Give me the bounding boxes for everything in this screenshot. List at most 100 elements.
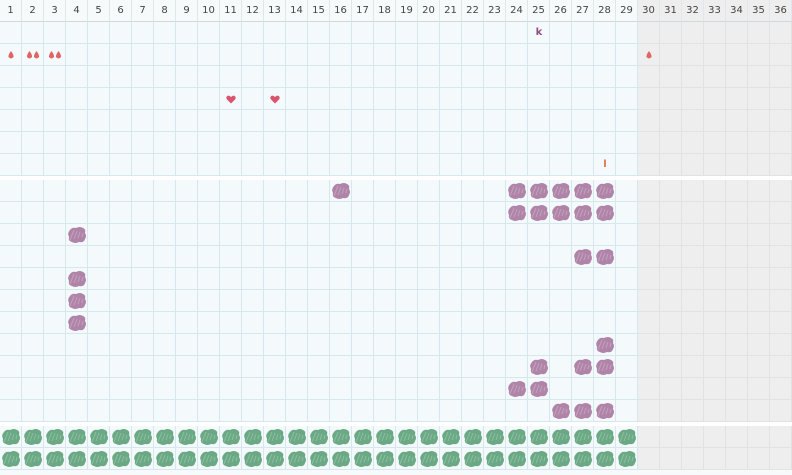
middle-section-cell[interactable] xyxy=(616,202,638,224)
purple-block-icon[interactable] xyxy=(507,182,527,200)
middle-section-cell[interactable] xyxy=(374,290,396,312)
middle-section-cell[interactable] xyxy=(462,246,484,268)
middle-section-cell[interactable] xyxy=(352,312,374,334)
top-section-cell[interactable] xyxy=(198,44,220,66)
middle-section-cell[interactable] xyxy=(308,202,330,224)
middle-section-cell[interactable] xyxy=(110,356,132,378)
middle-section-cell[interactable] xyxy=(110,290,132,312)
green-block-icon[interactable] xyxy=(199,450,219,468)
bottom-section-cell[interactable] xyxy=(660,426,682,448)
middle-section-cell[interactable] xyxy=(748,246,770,268)
middle-section-cell[interactable] xyxy=(0,378,22,400)
middle-section-cell[interactable] xyxy=(440,202,462,224)
middle-section-cell[interactable] xyxy=(484,334,506,356)
top-section-cell[interactable] xyxy=(22,132,44,154)
bottom-section-cell[interactable] xyxy=(726,426,748,448)
top-section-cell[interactable] xyxy=(550,132,572,154)
middle-section-cell[interactable] xyxy=(22,180,44,202)
middle-section-cell[interactable] xyxy=(132,202,154,224)
top-section-cell[interactable] xyxy=(682,88,704,110)
purple-block-icon[interactable] xyxy=(573,248,593,266)
middle-section-cell[interactable] xyxy=(352,400,374,422)
middle-section-cell[interactable] xyxy=(484,378,506,400)
middle-section-cell[interactable] xyxy=(352,180,374,202)
green-block-icon[interactable] xyxy=(1,450,21,468)
purple-block-icon[interactable] xyxy=(507,380,527,398)
middle-section-cell[interactable] xyxy=(418,180,440,202)
middle-section-cell[interactable] xyxy=(572,312,594,334)
top-section-cell[interactable] xyxy=(88,132,110,154)
top-section-cell[interactable] xyxy=(484,66,506,88)
top-section-cell[interactable] xyxy=(440,88,462,110)
middle-section-cell[interactable] xyxy=(286,290,308,312)
middle-section-cell[interactable] xyxy=(748,400,770,422)
middle-section-cell[interactable] xyxy=(88,334,110,356)
column-header-22[interactable]: 22 xyxy=(462,0,484,22)
middle-section-cell[interactable] xyxy=(682,202,704,224)
green-block-icon[interactable] xyxy=(265,428,285,446)
middle-section-cell[interactable] xyxy=(308,378,330,400)
top-section-cell[interactable] xyxy=(66,154,88,176)
column-header-28[interactable]: 28 xyxy=(594,0,616,22)
top-section-cell[interactable] xyxy=(132,66,154,88)
middle-section-cell[interactable] xyxy=(44,334,66,356)
top-section-cell[interactable] xyxy=(770,132,792,154)
top-section-cell[interactable] xyxy=(704,132,726,154)
top-section-cell[interactable] xyxy=(242,22,264,44)
middle-section-cell[interactable] xyxy=(132,334,154,356)
column-header-14[interactable]: 14 xyxy=(286,0,308,22)
top-section-cell[interactable] xyxy=(264,22,286,44)
purple-block-icon[interactable] xyxy=(529,182,549,200)
top-section-cell[interactable] xyxy=(22,66,44,88)
top-section-cell[interactable] xyxy=(44,66,66,88)
column-header-19[interactable]: 19 xyxy=(396,0,418,22)
middle-section-cell[interactable] xyxy=(704,356,726,378)
top-section-cell[interactable] xyxy=(418,110,440,132)
green-block-icon[interactable] xyxy=(133,450,153,468)
top-section-cell[interactable] xyxy=(682,154,704,176)
middle-section-cell[interactable] xyxy=(682,334,704,356)
middle-section-cell[interactable] xyxy=(484,202,506,224)
top-section-cell[interactable] xyxy=(110,154,132,176)
purple-block-icon[interactable] xyxy=(67,270,87,288)
middle-section-cell[interactable] xyxy=(572,290,594,312)
top-section-cell[interactable] xyxy=(638,66,660,88)
top-section-cell[interactable] xyxy=(88,154,110,176)
middle-section-cell[interactable] xyxy=(396,180,418,202)
middle-section-cell[interactable] xyxy=(66,202,88,224)
top-section-cell[interactable] xyxy=(660,44,682,66)
top-section-cell[interactable] xyxy=(308,66,330,88)
top-section-cell[interactable] xyxy=(154,44,176,66)
middle-section-cell[interactable] xyxy=(44,290,66,312)
middle-section-cell[interactable] xyxy=(770,378,792,400)
column-header-1[interactable]: 1 xyxy=(0,0,22,22)
top-section-cell[interactable] xyxy=(352,132,374,154)
top-section-cell[interactable] xyxy=(374,110,396,132)
top-section-cell[interactable] xyxy=(418,88,440,110)
top-section-cell[interactable] xyxy=(198,154,220,176)
middle-section-cell[interactable] xyxy=(308,246,330,268)
column-header-13[interactable]: 13 xyxy=(264,0,286,22)
middle-section-cell[interactable] xyxy=(374,180,396,202)
green-block-icon[interactable] xyxy=(45,428,65,446)
bottom-section-cell[interactable] xyxy=(748,448,770,470)
middle-section-cell[interactable] xyxy=(638,400,660,422)
top-section-cell[interactable] xyxy=(374,44,396,66)
top-section-cell[interactable] xyxy=(638,22,660,44)
middle-section-cell[interactable] xyxy=(242,378,264,400)
middle-section-cell[interactable] xyxy=(242,400,264,422)
top-section-cell[interactable] xyxy=(308,44,330,66)
purple-block-icon[interactable] xyxy=(551,402,571,420)
top-section-cell[interactable] xyxy=(110,44,132,66)
middle-section-cell[interactable] xyxy=(154,334,176,356)
middle-section-cell[interactable] xyxy=(66,356,88,378)
top-section-cell[interactable] xyxy=(748,132,770,154)
middle-section-cell[interactable] xyxy=(418,290,440,312)
middle-section-cell[interactable] xyxy=(132,268,154,290)
top-section-cell[interactable] xyxy=(572,22,594,44)
column-header-35[interactable]: 35 xyxy=(748,0,770,22)
top-section-cell[interactable] xyxy=(682,22,704,44)
middle-section-cell[interactable] xyxy=(440,180,462,202)
purple-block-icon[interactable] xyxy=(529,380,549,398)
middle-section-cell[interactable] xyxy=(594,378,616,400)
